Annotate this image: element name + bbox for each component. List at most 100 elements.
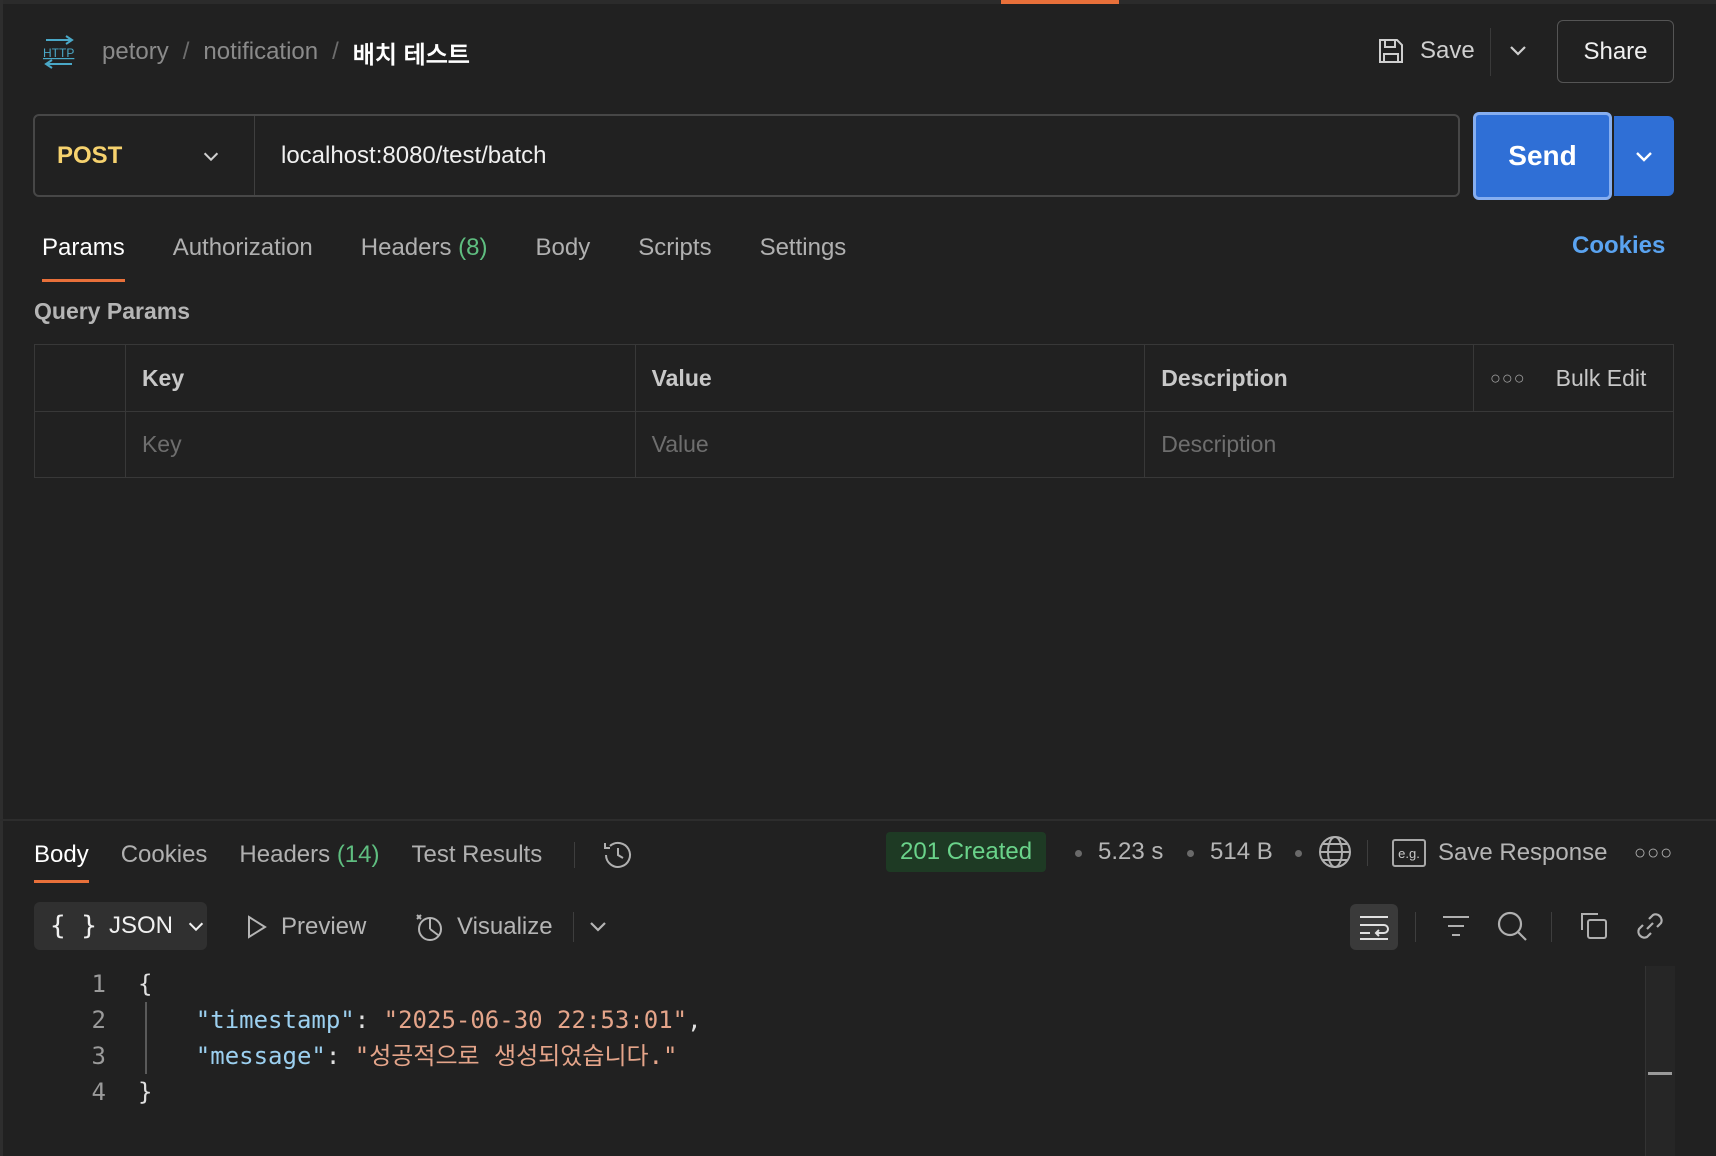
braces-icon: { }: [50, 911, 97, 941]
response-headers-count: (14): [336, 841, 380, 868]
chevron-down-icon[interactable]: [1506, 38, 1530, 62]
request-tabs: Params Authorization Headers (8) Body Sc…: [42, 228, 894, 282]
scrollbar[interactable]: [1645, 966, 1675, 1156]
chevron-down-icon: [188, 922, 204, 932]
method-select[interactable]: POST: [35, 116, 255, 195]
visualize-label: Visualize: [457, 913, 553, 940]
tab-response-body[interactable]: Body: [34, 841, 89, 883]
tab-test-results[interactable]: Test Results: [412, 841, 543, 869]
word-wrap-button[interactable]: [1350, 904, 1398, 950]
send-options-button[interactable]: [1614, 116, 1674, 196]
scrollbar-thumb[interactable]: [1648, 1072, 1672, 1075]
search-icon[interactable]: [1494, 908, 1530, 944]
divider: [573, 912, 574, 942]
tab-response-headers[interactable]: Headers (14): [239, 841, 379, 869]
response-tabs: Body Cookies Headers (14) Test Results: [34, 833, 635, 883]
tab-scripts[interactable]: Scripts: [638, 228, 711, 272]
history-icon[interactable]: [601, 838, 635, 872]
headers-count: (8): [458, 234, 488, 261]
divider: [1551, 912, 1552, 942]
tab-authorization[interactable]: Authorization: [173, 228, 313, 272]
url-input[interactable]: localhost:8080/test/batch: [255, 142, 547, 170]
code-line: 2 "timestamp": "2025-06-30 22:53:01",: [60, 1002, 702, 1038]
request-title[interactable]: 배치 테스트: [353, 35, 470, 70]
play-icon: [248, 915, 267, 939]
more-options-icon[interactable]: ○○○: [1634, 842, 1673, 865]
preview-button[interactable]: Preview: [243, 910, 366, 944]
send-button[interactable]: Send: [1473, 112, 1612, 200]
save-response-button[interactable]: e.g. Save Response: [1392, 834, 1607, 872]
status-badge[interactable]: 201 Created: [886, 832, 1047, 872]
divider: [574, 842, 576, 868]
query-params-table: Key Value Description ○○○ Bulk Edit Key …: [34, 344, 1674, 478]
preview-label: Preview: [281, 913, 367, 940]
description-header: Description: [1144, 344, 1475, 412]
divider: [1415, 912, 1416, 942]
line-number: 3: [91, 1042, 106, 1070]
separator-dot: [1187, 850, 1194, 857]
code-line: 4}: [60, 1074, 702, 1110]
url-bar: POST localhost:8080/test/batch: [33, 114, 1460, 197]
chevron-down-icon: [203, 152, 219, 162]
save-label: Save: [1420, 37, 1475, 64]
section-title: Query Params: [34, 298, 190, 324]
code-line: 3 "message": "성공적으로 생성되었습니다.": [60, 1038, 702, 1074]
line-number: 1: [91, 970, 106, 998]
bulk-edit-cell: ○○○ Bulk Edit: [1473, 344, 1674, 412]
method-label: POST: [57, 141, 123, 169]
save-response-label: Save Response: [1438, 839, 1608, 866]
breadcrumb: HTTP petory / notification / 배치 테스트: [40, 30, 470, 74]
value-input[interactable]: Value: [634, 411, 1146, 478]
copy-icon[interactable]: [1576, 908, 1612, 944]
example-icon: e.g.: [1392, 839, 1426, 867]
value-header: Value: [634, 344, 1146, 412]
svg-text:HTTP: HTTP: [43, 46, 74, 60]
tab-response-cookies[interactable]: Cookies: [121, 841, 208, 869]
response-time[interactable]: 5.23 s: [1098, 838, 1163, 866]
visualize-button[interactable]: Visualize: [413, 910, 553, 944]
line-number: 2: [91, 1006, 106, 1034]
pane-divider[interactable]: [0, 819, 1716, 821]
tab-settings[interactable]: Settings: [760, 228, 847, 272]
json-value: "성공적으로 생성되었습니다.": [354, 1042, 678, 1070]
share-button[interactable]: Share: [1557, 20, 1674, 83]
breadcrumb-separator: /: [182, 38, 190, 65]
tab-params[interactable]: Params: [42, 228, 125, 282]
breadcrumb-item[interactable]: petory: [102, 38, 169, 66]
response-body-editor[interactable]: 1{ 2 "timestamp": "2025-06-30 22:53:01",…: [60, 966, 702, 1110]
chevron-down-icon[interactable]: [586, 914, 610, 938]
key-input[interactable]: Key: [124, 411, 636, 478]
more-options-icon[interactable]: ○○○: [1490, 368, 1526, 389]
table-row: Key Value Description: [34, 411, 1674, 478]
format-label: JSON: [108, 912, 173, 939]
tab-headers[interactable]: Headers (8): [361, 228, 488, 272]
json-key: "timestamp": [195, 1006, 355, 1034]
cookies-link[interactable]: Cookies: [1572, 232, 1665, 260]
tab-body[interactable]: Body: [536, 228, 591, 272]
save-button[interactable]: Save: [1376, 26, 1475, 76]
separator-dot: [1075, 850, 1082, 857]
bulk-edit-button[interactable]: Bulk Edit: [1556, 365, 1647, 392]
line-number: 4: [91, 1078, 106, 1106]
active-tab-indicator: [1001, 0, 1119, 4]
indent-guide: [145, 1002, 147, 1074]
divider: [1367, 840, 1368, 866]
link-icon[interactable]: [1632, 908, 1668, 944]
response-size[interactable]: 514 B: [1210, 838, 1273, 866]
chevron-down-icon: [1636, 152, 1652, 162]
visualize-icon: [416, 914, 442, 941]
format-select[interactable]: { } JSON: [34, 902, 207, 950]
separator-dot: [1295, 850, 1302, 857]
code-line: 1{: [60, 966, 702, 1002]
json-key: "message": [195, 1042, 326, 1070]
globe-icon[interactable]: [1317, 834, 1353, 870]
key-header: Key: [124, 344, 636, 412]
http-icon: HTTP: [43, 35, 74, 69]
save-icon: [1379, 39, 1403, 63]
wrap-icon: [1360, 916, 1389, 940]
json-value: "2025-06-30 22:53:01": [383, 1006, 688, 1034]
breadcrumb-item[interactable]: notification: [203, 38, 318, 66]
divider: [1490, 28, 1491, 76]
filter-icon[interactable]: [1438, 908, 1474, 944]
description-input[interactable]: Description: [1144, 411, 1674, 478]
